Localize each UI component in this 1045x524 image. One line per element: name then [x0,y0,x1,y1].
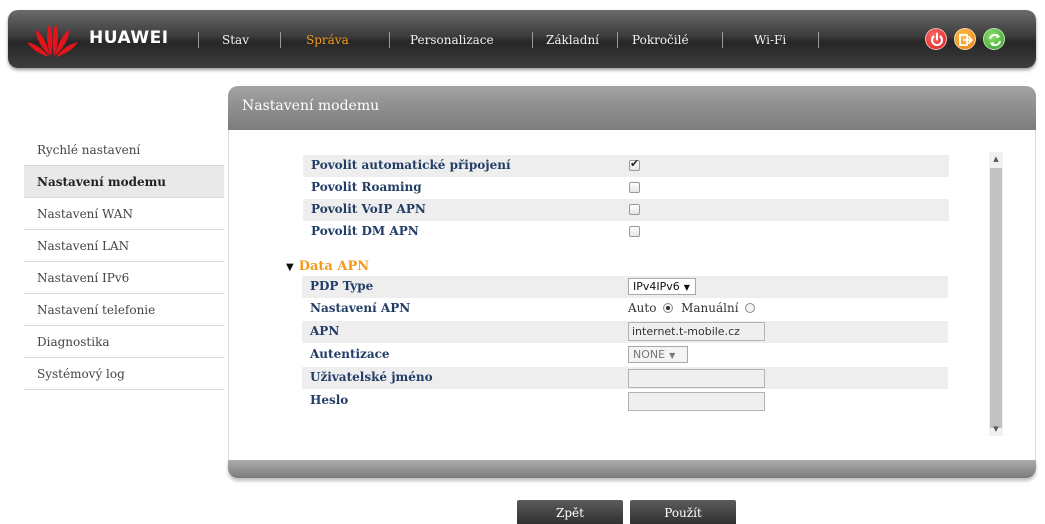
auto-radio[interactable] [663,303,674,313]
panel-header: Nastavení modemu [228,86,1036,130]
auth-select[interactable]: NONE ▼ [628,346,688,363]
dropdown-arrow-icon: ▼ [669,351,676,360]
voip-apn-row: Povolit VoIP APN [303,199,949,221]
sidebar-item-nastaveni-modemu[interactable]: Nastavení modemu [24,166,224,198]
auto-connect-control: ✔ [629,157,640,174]
apn-mode-radio-group: Auto Manuální [628,301,759,315]
nav-separator [280,32,281,48]
username-label: Uživatelské jméno [310,370,433,384]
auth-value: NONE [633,348,666,361]
sidebar-item-nastaveni-ipv6[interactable]: Nastavení IPv6 [24,262,224,294]
roaming-row: Povolit Roaming [303,177,949,199]
pdp-type-label: PDP Type [310,279,374,293]
pdp-type-select[interactable]: IPv4IPv6 ▼ [628,278,696,295]
roaming-checkbox[interactable] [629,182,640,193]
nav-item-sprava[interactable]: Správa [306,30,349,50]
sidebar-item-systemovy-log[interactable]: Systémový log [24,358,224,390]
back-button[interactable]: Zpět [517,500,623,524]
scroll-thumb[interactable] [990,168,1002,428]
panel-title: Nastavení modemu [242,98,380,114]
nav-item-stav[interactable]: Stav [222,30,249,50]
nav-item-zakladni[interactable]: Základní [546,30,599,50]
data-apn-title: Data APN [298,259,370,274]
dropdown-arrow-icon: ▼ [683,283,690,292]
brand-name: HUAWEI [89,28,169,48]
apn-row: APN internet.t-mobile.cz [302,321,948,343]
nav-separator [198,32,199,48]
dm-apn-control [629,224,640,240]
pdp-type-value: IPv4IPv6 [633,280,680,293]
sidebar-item-nastaveni-lan[interactable]: Nastavení LAN [24,230,224,262]
roaming-label: Povolit Roaming [311,180,422,194]
refresh-icon[interactable] [983,28,1005,50]
password-row: Heslo [302,390,948,412]
password-label: Heslo [310,393,349,407]
huawei-flower-icon [27,24,78,57]
panel-scrollbar[interactable]: ▲ ▼ [989,152,1003,436]
top-navigation-bar: HUAWEI Stav Správa Personalizace Základn… [8,10,1036,68]
dm-apn-label: Povolit DM APN [311,224,419,238]
apn-label: APN [310,324,340,338]
apn-input[interactable]: internet.t-mobile.cz [628,322,765,341]
dm-apn-row: Povolit DM APN [303,221,949,243]
username-input[interactable] [628,369,765,388]
nav-separator [818,32,819,48]
data-apn-section-toggle[interactable]: ▼ Data APN [286,259,369,274]
sidebar-item-nastaveni-wan[interactable]: Nastavení WAN [24,198,224,230]
auto-connect-label: Povolit automatické připojení [311,158,511,172]
voip-apn-control [629,202,640,218]
apn-setting-row: Nastavení APN Auto Manuální [302,298,948,320]
triangle-down-icon: ▼ [286,262,294,273]
sidebar-item-nastaveni-telefonie[interactable]: Nastavení telefonie [24,294,224,326]
nav-item-pokrocile[interactable]: Pokročilé [632,30,689,50]
nav-item-personalizace[interactable]: Personalizace [410,30,494,50]
apply-button[interactable]: Použít [630,500,736,524]
voip-apn-label: Povolit VoIP APN [311,202,426,216]
auth-label: Autentizace [310,347,390,361]
sidebar-item-diagnostika[interactable]: Diagnostika [24,326,224,358]
power-icon[interactable] [925,28,947,50]
scroll-up-icon[interactable]: ▲ [989,152,1003,166]
panel-footer [228,460,1036,478]
sidebar: Rychlé nastavení Nastavení modemu Nastav… [24,134,224,390]
sidebar-item-rychle-nastaveni[interactable]: Rychlé nastavení [24,134,224,166]
huawei-logo: HUAWEI [22,20,192,58]
pdp-type-row: PDP Type IPv4IPv6 ▼ [302,276,948,298]
dm-apn-checkbox[interactable] [629,226,640,237]
auto-radio-label: Auto [628,301,657,315]
roaming-control [629,180,640,196]
scroll-down-icon[interactable]: ▼ [989,422,1003,436]
nav-separator [532,32,533,48]
manual-radio-label: Manuální [681,301,739,315]
password-input[interactable] [628,392,765,411]
nav-separator [389,32,390,48]
settings-panel: Nastavení modemu Povolit automatické při… [228,86,1036,486]
voip-apn-checkbox[interactable] [629,204,640,215]
auto-connect-checkbox[interactable]: ✔ [629,157,640,171]
manual-radio[interactable] [745,303,756,313]
auth-row: Autentizace NONE ▼ [302,344,948,366]
nav-item-wifi[interactable]: Wi-Fi [754,30,786,50]
checkmark-icon: ✔ [630,157,640,170]
apn-setting-control: Auto Manuální [628,301,759,315]
apn-setting-label: Nastavení APN [310,301,411,315]
username-row: Uživatelské jméno [302,367,948,389]
auto-connect-row: Povolit automatické připojení ✔ [303,155,949,177]
logout-icon[interactable] [954,28,976,50]
nav-separator [722,32,723,48]
nav-separator [617,32,618,48]
